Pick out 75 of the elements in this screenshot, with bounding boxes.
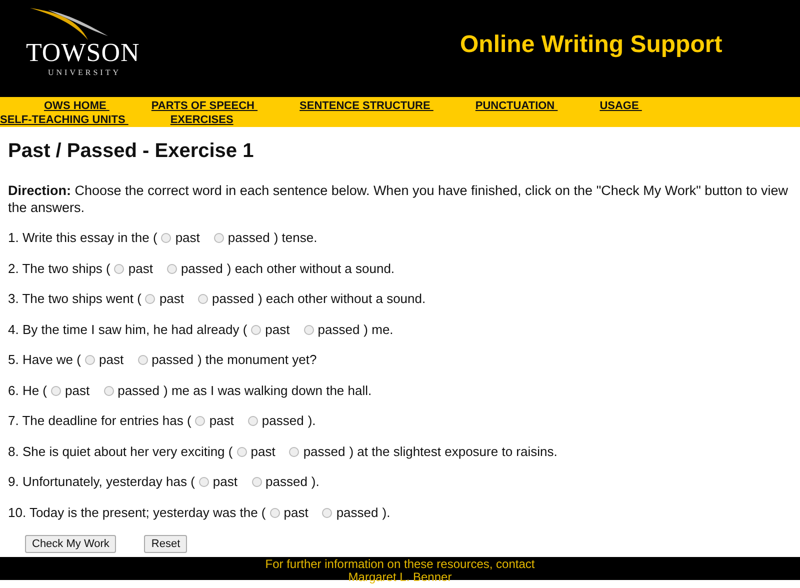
question-text: ) me as I was walking down the hall. [164, 382, 372, 400]
radio-button[interactable] [161, 233, 172, 243]
radio-button[interactable] [84, 355, 95, 365]
nav-link[interactable]: USAGE [600, 99, 642, 113]
option-label[interactable]: past [265, 320, 290, 338]
option-label[interactable]: passed [118, 382, 160, 400]
nav-link[interactable]: PUNCTUATION [475, 99, 558, 113]
radio-button[interactable] [198, 294, 208, 304]
site-title: Online Writing Support [460, 31, 722, 59]
radio-button[interactable] [322, 508, 332, 518]
option-label[interactable]: past [175, 229, 200, 247]
option-label[interactable]: passed [266, 473, 308, 491]
question-text: 3. The two ships went ( [8, 290, 142, 308]
question-text: 10. Today is the present; yesterday was the ( [8, 504, 266, 522]
radio-button[interactable] [236, 446, 247, 456]
question-text: ) me. [364, 320, 394, 338]
question-text: 6. He ( [8, 382, 48, 400]
reset-button[interactable]: Reset [144, 535, 188, 553]
option-label[interactable]: passed [212, 290, 254, 308]
radio-button[interactable] [104, 386, 114, 396]
question-text: ) each other without a sound. [226, 260, 395, 278]
direction-text: Direction: Choose the correct word in each sentence below. When you have finished, click on the "Check My Work" button to view the answers. [8, 182, 789, 216]
radio-button[interactable] [252, 477, 262, 487]
question-text: ) the monument yet? [197, 351, 317, 369]
option-label[interactable]: passed [262, 412, 304, 430]
option-label[interactable]: past [98, 351, 124, 369]
question-text: ). [382, 504, 390, 522]
logo-wordmark: TOWSON [26, 40, 140, 66]
question-text: ) each other without a sound. [258, 290, 426, 308]
nav-link[interactable]: SELF-TEACHING UNITS [0, 113, 128, 127]
question-text: 1. Write this essay in the ( [8, 229, 158, 247]
option-label[interactable]: passed [228, 229, 270, 247]
radio-button[interactable] [214, 233, 224, 243]
radio-button[interactable] [138, 355, 148, 365]
footer-text: For further information on these resources, contact [264, 558, 536, 571]
radio-button[interactable] [114, 264, 124, 274]
question-text: ). [308, 412, 316, 430]
radio-button[interactable] [51, 386, 62, 396]
radio-button[interactable] [248, 416, 258, 426]
radio-button[interactable] [198, 477, 209, 487]
nav-link[interactable]: OWS HOME [44, 99, 110, 113]
option-label[interactable]: passed [180, 260, 223, 278]
option-label[interactable]: past [128, 260, 153, 278]
logo-subtitle: UNIVERSITY [48, 68, 121, 77]
option-label[interactable]: past [284, 504, 308, 522]
question-text: 5. Have we ( [8, 351, 81, 369]
question-text: 9. Unfortunately, yesterday has ( [8, 473, 195, 491]
option-label[interactable]: past [159, 290, 184, 308]
radio-button[interactable] [166, 264, 177, 274]
option-label[interactable]: past [65, 382, 90, 400]
question-text: ) at the slightest exposure to raisins. [349, 442, 558, 460]
option-label[interactable]: passed [318, 320, 360, 338]
radio-button[interactable] [251, 324, 262, 334]
radio-button[interactable] [270, 508, 280, 518]
question-text: 4. By the time I saw him, he had already ( [8, 320, 248, 338]
question-text: 7. The deadline for entries has ( [8, 412, 192, 430]
question-text: ) tense. [274, 229, 318, 247]
radio-button[interactable] [304, 324, 314, 334]
check-button[interactable]: Check My Work [25, 535, 116, 553]
nav-link[interactable]: EXERCISES [170, 113, 234, 127]
option-label[interactable]: passed [336, 504, 378, 522]
page-heading: Past / Passed - Exercise 1 [8, 139, 255, 163]
option-label[interactable]: past [212, 473, 238, 491]
option-label[interactable]: past [250, 442, 276, 460]
question-text: 2. The two ships ( [8, 260, 110, 278]
radio-button[interactable] [145, 294, 156, 304]
option-label[interactable]: passed [303, 442, 346, 460]
radio-button[interactable] [195, 416, 206, 426]
radio-button[interactable] [289, 446, 300, 456]
option-label[interactable]: past [209, 412, 234, 430]
nav-link[interactable]: PARTS OF SPEECH [151, 99, 258, 113]
option-label[interactable]: passed [152, 351, 194, 369]
nav-link[interactable]: SENTENCE STRUCTURE [300, 99, 434, 113]
question-text: ). [311, 473, 320, 491]
question-text: 8. She is quiet about her very exciting ( [8, 442, 233, 460]
